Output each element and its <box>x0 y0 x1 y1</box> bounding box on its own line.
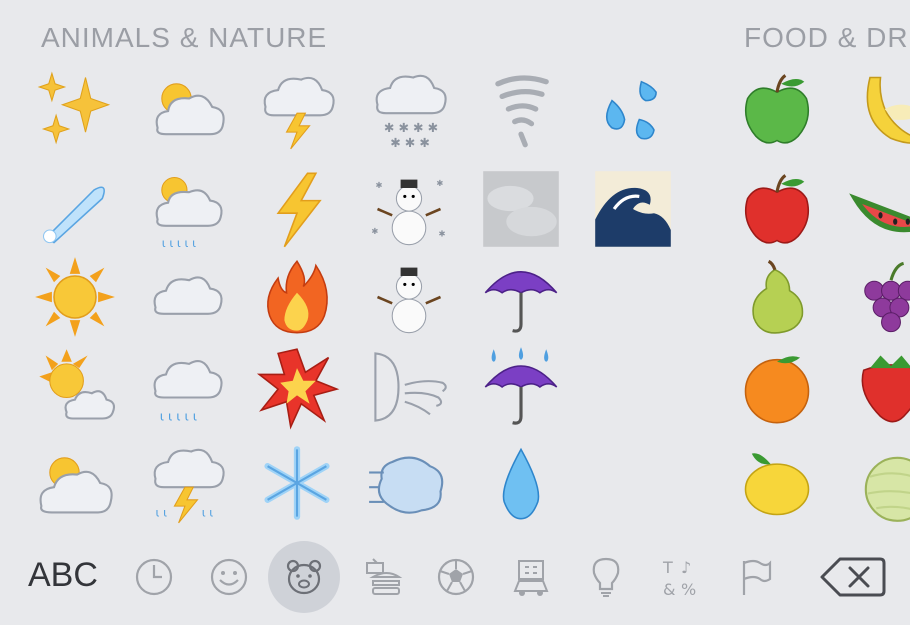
svg-text:ɩ ɩ ɩ ɩ ɩ: ɩ ɩ ɩ ɩ ɩ <box>160 409 197 424</box>
emoji-banana[interactable] <box>846 64 910 154</box>
soccer-ball-icon <box>437 558 475 596</box>
svg-text:%: % <box>681 580 696 599</box>
emoji-cloud-with-lightning[interactable] <box>252 64 342 154</box>
emoji-cloud[interactable] <box>142 252 232 342</box>
emoji-cloud-with-snow[interactable]: ✱ ✱ ✱ ✱ ✱ ✱ ✱ <box>364 64 454 154</box>
category-travel-places-button[interactable] <box>495 541 567 613</box>
emoji-droplet[interactable] <box>476 438 566 528</box>
emoji-fog[interactable] <box>476 164 566 254</box>
emoji-keyboard: ANIMALS & NATURE FOOD & DRI ✱ ✱ ✱ ✱ ✱ ✱ ✱ <box>0 0 910 625</box>
category-symbols-button[interactable]: T ♪ &% <box>645 541 717 613</box>
emoji-watermelon[interactable] <box>846 164 910 254</box>
category-smileys-button[interactable] <box>193 541 265 613</box>
svg-text:&: & <box>663 580 675 599</box>
svg-text:♪: ♪ <box>681 558 691 577</box>
svg-text:✱: ✱ <box>438 228 445 238</box>
emoji-comet[interactable] <box>30 164 120 254</box>
emoji-grid: ✱ ✱ ✱ ✱ ✱ ✱ ✱ ɩ ɩ ɩ ɩ ɩ ✱ ✱ ✱ ✱ ɩ ɩ ɩ ɩ … <box>0 0 910 540</box>
category-food-drink-button[interactable] <box>345 541 417 613</box>
emoji-cloud-with-lightning-and-rain[interactable]: ɩ ɩɩ ɩ <box>142 438 232 528</box>
lightbulb-icon <box>592 557 620 597</box>
emoji-high-voltage[interactable] <box>252 164 342 254</box>
flag-icon <box>742 559 772 595</box>
svg-text:T: T <box>662 558 673 577</box>
emoji-sweat-droplets[interactable] <box>588 64 678 154</box>
svg-text:✱: ✱ <box>375 180 382 190</box>
burger-icon <box>366 558 403 595</box>
emoji-strawberry[interactable] <box>846 342 910 432</box>
emoji-snowman[interactable] <box>364 252 454 342</box>
emoji-collision[interactable] <box>252 342 342 432</box>
category-objects-button[interactable] <box>570 541 642 613</box>
bear-icon <box>286 559 322 595</box>
emoji-sun-behind-large-cloud[interactable] <box>30 438 120 528</box>
emoji-cloud-with-rain[interactable]: ɩ ɩ ɩ ɩ ɩ <box>142 342 232 432</box>
emoji-tangerine[interactable] <box>732 342 822 432</box>
svg-text:ɩ ɩ: ɩ ɩ <box>202 506 214 520</box>
emoji-water-wave[interactable] <box>588 164 678 254</box>
emoji-sun-behind-rain-cloud[interactable]: ɩ ɩ ɩ ɩ ɩ <box>142 164 232 254</box>
category-flags-button[interactable] <box>720 541 792 613</box>
svg-text:✱ ✱ ✱ ✱: ✱ ✱ ✱ ✱ <box>384 120 438 135</box>
backspace-icon <box>820 557 886 597</box>
category-activity-button[interactable] <box>420 541 492 613</box>
emoji-melon[interactable] <box>846 438 910 528</box>
emoji-green-apple[interactable] <box>732 64 822 154</box>
svg-text:✱: ✱ <box>371 226 378 236</box>
emoji-lemon[interactable] <box>732 438 822 528</box>
emoji-umbrella-with-rain-drops[interactable] <box>476 342 566 432</box>
category-recent-button[interactable] <box>118 541 190 613</box>
category-animals-nature-button[interactable] <box>268 541 340 613</box>
emoji-umbrella[interactable] <box>476 252 566 342</box>
svg-text:✱: ✱ <box>436 178 443 188</box>
emoji-tornado[interactable] <box>476 64 566 154</box>
smiley-icon <box>210 558 248 596</box>
emoji-grapes[interactable] <box>846 252 910 342</box>
emoji-sun-behind-small-cloud[interactable] <box>30 342 120 432</box>
abc-keyboard-switch-button[interactable]: ABC <box>28 555 103 595</box>
emoji-snowflake[interactable] <box>252 438 342 528</box>
svg-text:ɩ ɩ ɩ ɩ ɩ: ɩ ɩ ɩ ɩ ɩ <box>162 236 196 250</box>
emoji-pear[interactable] <box>732 252 822 342</box>
svg-text:✱ ✱ ✱: ✱ ✱ ✱ <box>390 135 430 150</box>
emoji-wind-face[interactable] <box>364 342 454 432</box>
emoji-dashing-away[interactable] <box>364 438 454 528</box>
symbols-icon: T ♪&% <box>662 558 696 599</box>
emoji-sparkles[interactable] <box>30 64 120 154</box>
clock-icon <box>135 558 173 596</box>
delete-button[interactable] <box>818 553 888 601</box>
emoji-fire[interactable] <box>252 252 342 342</box>
emoji-sun[interactable] <box>30 252 120 342</box>
emoji-snowman-with-snow[interactable]: ✱ ✱ ✱ ✱ <box>364 164 454 254</box>
building-car-icon <box>513 560 549 596</box>
emoji-red-apple[interactable] <box>732 164 822 254</box>
svg-text:ɩ ɩ: ɩ ɩ <box>156 506 168 520</box>
emoji-sun-behind-cloud[interactable] <box>142 64 232 154</box>
